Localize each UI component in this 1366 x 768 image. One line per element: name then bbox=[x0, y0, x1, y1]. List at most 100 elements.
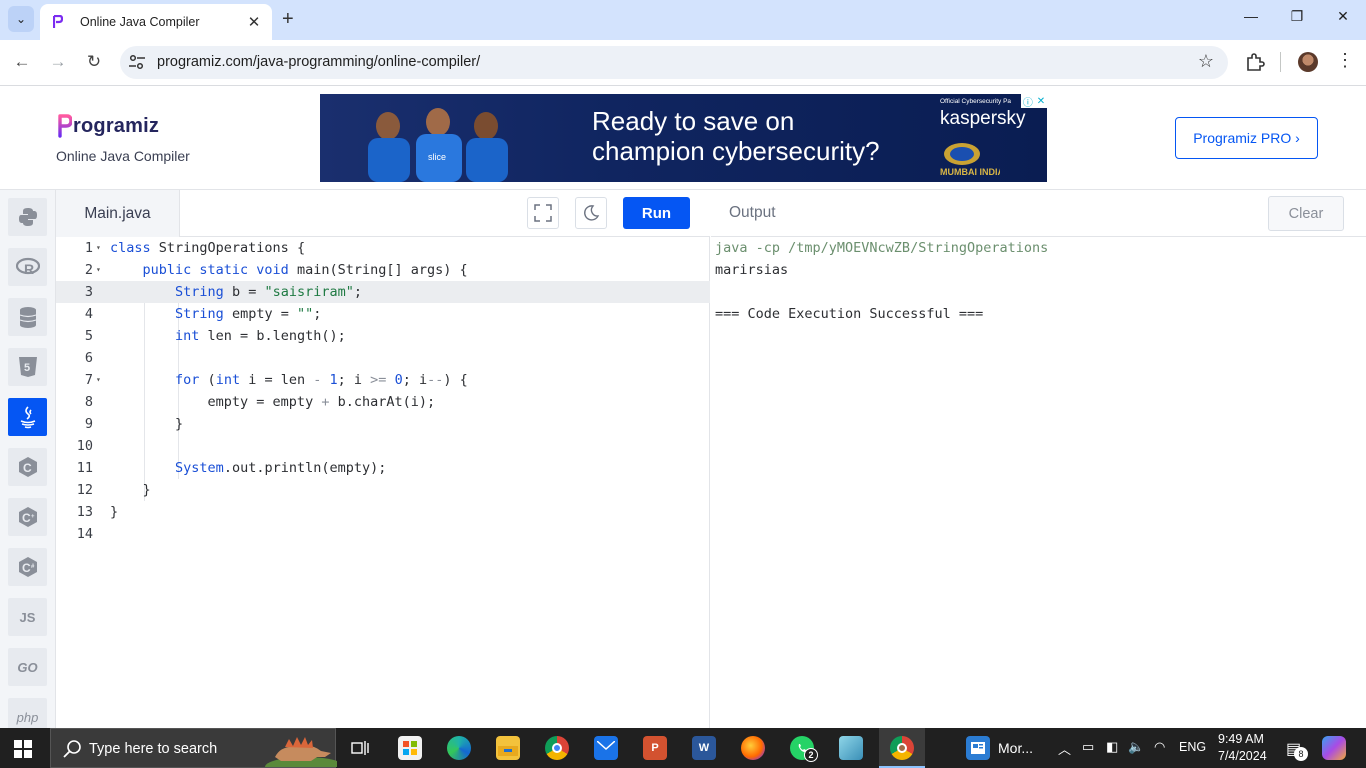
programiz-logo[interactable]: rogramiz bbox=[58, 114, 159, 138]
browser-menu-icon[interactable]: ⋮ bbox=[1336, 50, 1354, 71]
clear-button[interactable]: Clear bbox=[1268, 196, 1344, 231]
lang-r[interactable]: R bbox=[8, 248, 47, 286]
svg-text:R: R bbox=[24, 261, 34, 277]
extensions-puzzle-icon[interactable] bbox=[1244, 51, 1266, 73]
page-subtitle: Online Java Compiler bbox=[56, 148, 190, 164]
programiz-favicon-icon bbox=[50, 14, 66, 30]
restore-button[interactable]: ❐ bbox=[1274, 8, 1320, 25]
reload-icon[interactable]: ↻ bbox=[82, 52, 106, 72]
bookmark-star-icon[interactable]: ☆ bbox=[1198, 51, 1214, 72]
powerpoint-icon[interactable]: P bbox=[643, 736, 667, 760]
fold-arrow-icon[interactable]: ▾ bbox=[96, 259, 101, 281]
close-window-button[interactable]: ✕ bbox=[1320, 8, 1366, 25]
windows-start-icon[interactable] bbox=[14, 740, 32, 758]
code-line[interactable]: 2 ▾ public static void main(String[] args… bbox=[56, 259, 710, 281]
tab-search-button[interactable]: ⌄ bbox=[8, 6, 34, 32]
logo-wordmark: rogramiz bbox=[73, 114, 160, 137]
java-icon bbox=[20, 406, 35, 429]
code-line[interactable]: 8 empty = empty + b.charAt(i); bbox=[56, 391, 710, 413]
code-line[interactable]: 7 ▾ for (int i = len - 1; i >= 0; i--) { bbox=[56, 369, 710, 391]
code-line[interactable]: 11 System.out.println(empty); bbox=[56, 457, 710, 479]
outlook-widget-icon[interactable] bbox=[966, 736, 990, 760]
browser-toolbar: ← → ↻ programiz.com/java-programming/onl… bbox=[0, 40, 1366, 86]
sql-database-icon bbox=[19, 307, 36, 328]
moon-icon bbox=[584, 205, 600, 221]
profile-avatar[interactable] bbox=[1298, 52, 1318, 72]
code-line[interactable]: 12 } bbox=[56, 479, 710, 501]
language-indicator[interactable]: ENG bbox=[1179, 740, 1206, 754]
file-explorer-icon[interactable] bbox=[496, 736, 520, 760]
lang-python[interactable] bbox=[8, 198, 47, 236]
chrome-icon[interactable] bbox=[545, 736, 569, 760]
code-line-active[interactable]: 3 String b = "saisriram"; bbox=[56, 281, 710, 303]
task-view-icon[interactable] bbox=[348, 736, 372, 760]
clock-time[interactable]: 9:49 AM bbox=[1218, 732, 1264, 746]
new-tab-button[interactable]: + bbox=[282, 8, 294, 31]
code-line[interactable]: 4 String empty = ""; bbox=[56, 303, 710, 325]
meet-now-icon[interactable]: ◧ bbox=[1106, 739, 1118, 755]
code-line[interactable]: 14 bbox=[56, 523, 710, 545]
chevron-up-icon[interactable]: ︿ bbox=[1058, 739, 1071, 758]
mail-icon[interactable] bbox=[594, 736, 618, 760]
tab-title: Online Java Compiler bbox=[80, 15, 200, 29]
ad-headline: Ready to save on champion cybersecurity? bbox=[592, 106, 880, 166]
output-status-line: === Code Execution Successful === bbox=[715, 306, 984, 322]
code-line[interactable]: 5 int len = b.length(); bbox=[56, 325, 710, 347]
fold-arrow-icon[interactable]: ▾ bbox=[96, 237, 101, 259]
lang-sql[interactable] bbox=[8, 298, 47, 336]
fold-arrow-icon[interactable]: ▾ bbox=[96, 369, 101, 391]
programiz-pro-button[interactable]: Programiz PRO › bbox=[1175, 117, 1318, 159]
site-info-icon[interactable] bbox=[128, 54, 146, 70]
advertisement-banner[interactable]: slice Ready to save on champion cybersec… bbox=[320, 94, 1047, 182]
clock-date[interactable]: 7/4/2024 bbox=[1218, 749, 1267, 763]
run-button[interactable]: Run bbox=[623, 197, 690, 229]
output-title: Output bbox=[729, 204, 776, 221]
fullscreen-button[interactable] bbox=[527, 197, 559, 229]
lang-javascript[interactable]: JS bbox=[8, 598, 47, 636]
editor-toolbar: Main.java Run bbox=[56, 190, 710, 237]
taskbar-search-box[interactable]: Type here to search bbox=[50, 728, 337, 768]
cricket-players-image: slice bbox=[368, 108, 508, 182]
lang-cpp[interactable]: C + bbox=[8, 498, 47, 536]
code-text: class StringOperations { bbox=[110, 240, 306, 256]
code-line[interactable]: 13 } bbox=[56, 501, 710, 523]
search-icon bbox=[63, 740, 81, 758]
mumbai-indians-logo-icon: MUMBAI INDIANS bbox=[940, 143, 1000, 177]
code-line[interactable]: 9 } bbox=[56, 413, 710, 435]
lang-html[interactable]: 5 bbox=[8, 348, 47, 386]
code-line[interactable]: 10 bbox=[56, 435, 710, 457]
code-line[interactable]: 6 bbox=[56, 347, 710, 369]
wifi-icon[interactable]: ◠ bbox=[1154, 739, 1165, 755]
dark-mode-button[interactable] bbox=[575, 197, 607, 229]
whatsapp-icon[interactable]: 2 bbox=[790, 736, 818, 762]
code-line[interactable]: 1 ▾ class StringOperations { bbox=[56, 237, 710, 259]
code-text: } bbox=[110, 482, 151, 498]
lang-csharp[interactable]: C # bbox=[8, 548, 47, 586]
code-editor[interactable]: 1 ▾ class StringOperations { 2 ▾ public st… bbox=[56, 237, 710, 728]
code-text: } bbox=[110, 504, 119, 520]
code-text: for (int i = len - 1; i >= 0; i--) { bbox=[175, 372, 468, 388]
browser-tab[interactable]: Online Java Compiler ✕ bbox=[40, 4, 272, 40]
edge-browser-icon[interactable] bbox=[447, 736, 471, 760]
word-icon[interactable]: W bbox=[692, 736, 716, 760]
tab-close-icon[interactable]: ✕ bbox=[246, 13, 262, 31]
microsoft-store-icon[interactable] bbox=[398, 736, 422, 760]
battery-icon[interactable]: ▭ bbox=[1082, 739, 1094, 755]
output-command-line: java -cp /tmp/yMOEVNcwZB/StringOperation… bbox=[715, 240, 1049, 256]
ad-choices-icon[interactable]: ⓘ ✕ bbox=[1021, 94, 1047, 109]
forward-arrow-icon[interactable]: → bbox=[46, 52, 70, 72]
chrome-profile-icon[interactable] bbox=[890, 736, 914, 760]
lang-java[interactable] bbox=[8, 398, 47, 436]
volume-muted-icon[interactable]: 🔈 bbox=[1128, 739, 1144, 755]
back-arrow-icon[interactable]: ← bbox=[10, 52, 34, 72]
file-tab-main-java[interactable]: Main.java bbox=[56, 190, 180, 237]
output-panel: java -cp /tmp/yMOEVNcwZB/StringOperation… bbox=[711, 237, 1366, 728]
firefox-icon[interactable] bbox=[741, 736, 765, 760]
lang-c[interactable]: C bbox=[8, 448, 47, 486]
address-bar[interactable]: programiz.com/java-programming/online-co… bbox=[120, 46, 1228, 79]
lang-go[interactable]: GO bbox=[8, 648, 47, 686]
copilot-icon[interactable] bbox=[1322, 736, 1346, 760]
minimize-button[interactable]: — bbox=[1228, 8, 1274, 24]
csharp-icon: C # bbox=[18, 557, 37, 577]
notepad-app-icon[interactable] bbox=[839, 736, 863, 760]
